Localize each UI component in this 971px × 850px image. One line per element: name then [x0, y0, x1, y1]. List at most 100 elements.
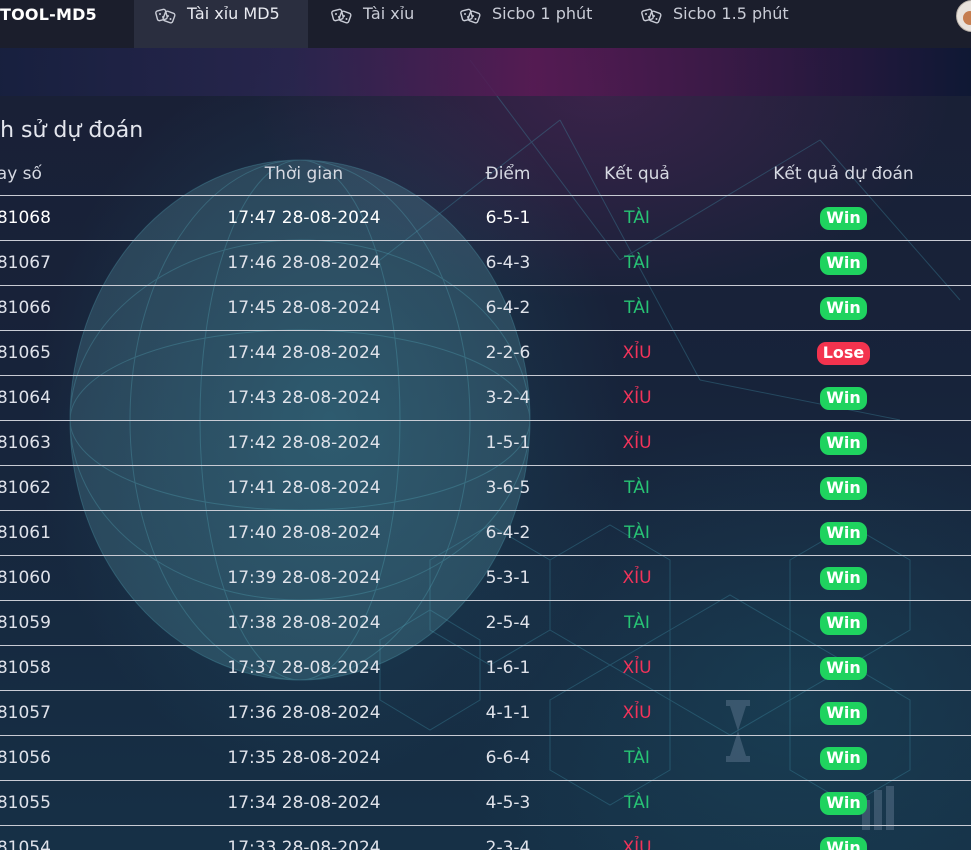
- column-header-id: uay số: [0, 152, 150, 196]
- cell-time: 17:46 28-08-2024: [150, 240, 458, 286]
- cell-prediction: Win: [716, 285, 971, 331]
- cell-round-id: 281061: [0, 510, 150, 556]
- column-header-prediction: Kết quả dự đoán: [716, 152, 971, 196]
- table-row: 28106017:39 28-08-20245-3-1XỈU Win: [0, 555, 971, 601]
- cell-points: 6-6-4: [458, 735, 558, 781]
- cell-result: TÀI: [558, 465, 716, 511]
- cell-time: 17:43 28-08-2024: [150, 375, 458, 421]
- cell-prediction: Win: [716, 240, 971, 286]
- cell-points: 5-3-1: [458, 555, 558, 601]
- header-banner: [0, 48, 971, 96]
- cell-round-id: 281055: [0, 780, 150, 826]
- nav-item-label: Sicbo 1 phút: [492, 4, 593, 23]
- cell-points: 3-6-5: [458, 465, 558, 511]
- dice-icon: [331, 8, 352, 24]
- cell-prediction: Win: [716, 645, 971, 691]
- prediction-badge: Win: [820, 566, 867, 590]
- cell-prediction: Win: [716, 420, 971, 466]
- nav-item-sicbo-1-phut[interactable]: Sicbo 1 phút: [460, 0, 620, 48]
- cell-time: 17:39 28-08-2024: [150, 555, 458, 601]
- cell-round-id: 281057: [0, 690, 150, 736]
- nav-item-sicbo-1-5-phut[interactable]: Sicbo 1.5 phút: [641, 0, 831, 48]
- table-row: 28106717:46 28-08-20246-4-3TÀI Win: [0, 240, 971, 286]
- nav-item-tai-xiu[interactable]: Tài xỉu: [331, 0, 441, 48]
- table-row: 28105417:33 28-08-20242-3-4XỈU Win: [0, 825, 971, 850]
- prediction-badge: Lose: [816, 341, 871, 365]
- cell-points: 1-6-1: [458, 645, 558, 691]
- cell-prediction: Win: [716, 510, 971, 556]
- cell-time: 17:37 28-08-2024: [150, 645, 458, 691]
- cell-prediction: Win: [716, 375, 971, 421]
- cell-points: 4-5-3: [458, 780, 558, 826]
- cell-result: TÀI: [558, 510, 716, 556]
- table-row: 28105517:34 28-08-20244-5-3TÀI Win: [0, 780, 971, 826]
- cell-round-id: 281062: [0, 465, 150, 511]
- cell-points: 6-5-1: [458, 195, 558, 241]
- avatar[interactable]: [956, 0, 971, 32]
- cell-points: 3-2-4: [458, 375, 558, 421]
- cell-result: XỈU: [558, 375, 716, 421]
- cell-points: 6-4-2: [458, 510, 558, 556]
- cell-prediction: Win: [716, 600, 971, 646]
- cell-round-id: 281065: [0, 330, 150, 376]
- table-row: 28106517:44 28-08-20242-2-6XỈU Lose: [0, 330, 971, 376]
- prediction-badge: Win: [820, 656, 867, 680]
- cell-round-id: 281060: [0, 555, 150, 601]
- cell-round-id: 281067: [0, 240, 150, 286]
- cell-points: 2-2-6: [458, 330, 558, 376]
- cell-round-id: 281064: [0, 375, 150, 421]
- table-row: 28106817:47 28-08-20246-5-1TÀI Win: [0, 195, 971, 241]
- cell-result: TÀI: [558, 600, 716, 646]
- cell-time: 17:42 28-08-2024: [150, 420, 458, 466]
- dice-icon: [460, 8, 481, 24]
- prediction-badge: Win: [820, 791, 867, 815]
- column-header-result: Kết quả: [558, 152, 716, 196]
- cell-points: 1-5-1: [458, 420, 558, 466]
- cell-prediction: Lose: [716, 330, 971, 376]
- cell-points: 2-5-4: [458, 600, 558, 646]
- cell-round-id: 281056: [0, 735, 150, 781]
- cell-time: 17:36 28-08-2024: [150, 690, 458, 736]
- cell-round-id: 281058: [0, 645, 150, 691]
- cell-time: 17:41 28-08-2024: [150, 465, 458, 511]
- cell-time: 17:44 28-08-2024: [150, 330, 458, 376]
- cell-round-id: 281063: [0, 420, 150, 466]
- cell-prediction: Win: [716, 195, 971, 241]
- cell-round-id: 281066: [0, 285, 150, 331]
- cell-result: TÀI: [558, 780, 716, 826]
- nav-item-tai-xiu-md5[interactable]: Tài xỉu MD5: [134, 0, 308, 48]
- cell-result: TÀI: [558, 240, 716, 286]
- nav-item-label: Tài xỉu: [363, 4, 415, 23]
- cell-points: 4-1-1: [458, 690, 558, 736]
- table-row: 28105817:37 28-08-20241-6-1XỈU Win: [0, 645, 971, 691]
- cell-round-id: 281068: [0, 195, 150, 241]
- cell-result: XỈU: [558, 330, 716, 376]
- brand-logo[interactable]: TOOL-MD5: [0, 5, 97, 24]
- dice-icon: [641, 8, 662, 24]
- cell-time: 17:33 28-08-2024: [150, 825, 458, 850]
- prediction-badge: Win: [820, 251, 867, 275]
- cell-prediction: Win: [716, 465, 971, 511]
- table-row: 28105917:38 28-08-20242-5-4TÀI Win: [0, 600, 971, 646]
- table-header-row: uay số Thời gian Điểm Kết quả Kết quả dự…: [0, 152, 971, 196]
- cell-result: XỈU: [558, 645, 716, 691]
- prediction-badge: Win: [820, 386, 867, 410]
- cell-time: 17:45 28-08-2024: [150, 285, 458, 331]
- dice-icon: [155, 8, 176, 24]
- cell-prediction: Win: [716, 690, 971, 736]
- prediction-badge: Win: [820, 611, 867, 635]
- cell-result: XỈU: [558, 825, 716, 850]
- table-row: 28106417:43 28-08-20243-2-4XỈU Win: [0, 375, 971, 421]
- column-header-points: Điểm: [458, 152, 558, 196]
- cell-prediction: Win: [716, 555, 971, 601]
- nav-item-label: Tài xỉu MD5: [187, 4, 280, 23]
- cell-prediction: Win: [716, 735, 971, 781]
- cell-result: XỈU: [558, 420, 716, 466]
- table-row: 28106317:42 28-08-20241-5-1XỈU Win: [0, 420, 971, 466]
- column-header-time: Thời gian: [150, 152, 458, 196]
- cell-time: 17:35 28-08-2024: [150, 735, 458, 781]
- cell-points: 6-4-3: [458, 240, 558, 286]
- cell-prediction: Win: [716, 825, 971, 850]
- prediction-badge: Win: [820, 206, 867, 230]
- prediction-badge: Win: [820, 746, 867, 770]
